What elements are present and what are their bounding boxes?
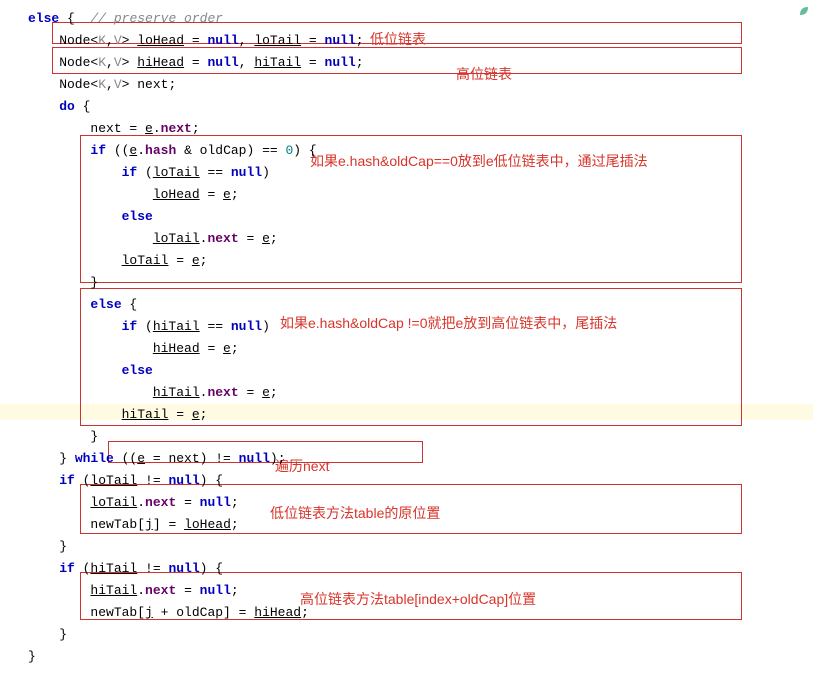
code-line: if ((e.hash & oldCap) == 0) { (28, 140, 813, 162)
code-line: newTab[j] = loHead; (28, 514, 813, 536)
code-line: hiTail = e; (28, 404, 813, 426)
code-line: hiTail.next = null; (28, 580, 813, 602)
code-line: else { // preserve order (28, 8, 813, 30)
code-line: hiHead = e; (28, 338, 813, 360)
code-block: 低位链表 高位链表 如果e.hash&oldCap==0放到e低位链表中，通过尾… (0, 0, 813, 676)
code-line: } (28, 646, 813, 668)
code-line: if (hiTail == null) (28, 316, 813, 338)
code-line: Node<K,V> next; (28, 74, 813, 96)
code-line: loTail.next = null; (28, 492, 813, 514)
code-line: Node<K,V> hiHead = null, hiTail = null; (28, 52, 813, 74)
code-line: if (loTail == null) (28, 162, 813, 184)
code-line: } while ((e = next) != null); (28, 448, 813, 470)
code-line: else { (28, 294, 813, 316)
code-line: hiTail.next = e; (28, 382, 813, 404)
code-line: do { (28, 96, 813, 118)
code-line: } (28, 624, 813, 646)
code-line: if (hiTail != null) { (28, 558, 813, 580)
code-line: loHead = e; (28, 184, 813, 206)
code-line: } (28, 272, 813, 294)
code-line: else (28, 206, 813, 228)
code-line: loTail.next = e; (28, 228, 813, 250)
code-line: else (28, 360, 813, 382)
code-line: } (28, 426, 813, 448)
code-line: } (28, 536, 813, 558)
code-line: next = e.next; (28, 118, 813, 140)
code-line: newTab[j + oldCap] = hiHead; (28, 602, 813, 624)
code-line: if (loTail != null) { (28, 470, 813, 492)
code-line: loTail = e; (28, 250, 813, 272)
code-line: Node<K,V> loHead = null, loTail = null; (28, 30, 813, 52)
